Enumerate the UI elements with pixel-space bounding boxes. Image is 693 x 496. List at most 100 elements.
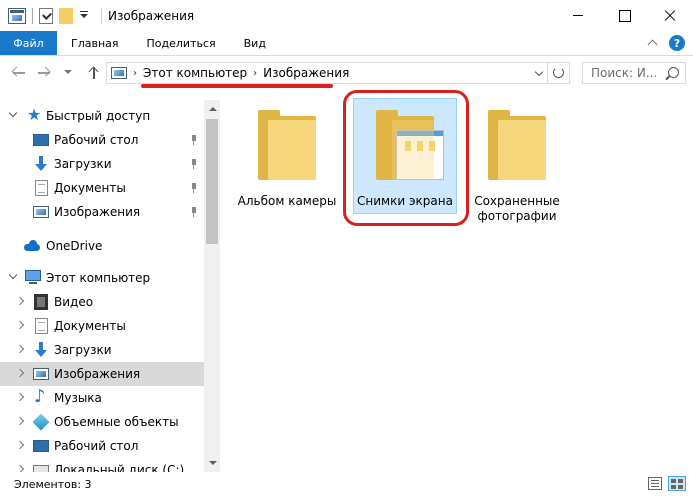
folder-tile-saved-pictures[interactable]: Сохраненные фотографии: [462, 98, 572, 228]
collapsed-chevron-icon[interactable]: [18, 394, 26, 402]
sidebar-item-desktop[interactable]: Рабочий стол: [0, 128, 204, 152]
pin-icon[interactable]: [190, 207, 198, 217]
details-view-icon[interactable]: [648, 477, 662, 490]
sidebar-item-music[interactable]: Музыка: [0, 386, 204, 410]
title-bar: Изображения: [0, 0, 693, 31]
help-icon[interactable]: ?: [669, 35, 685, 51]
large-icons-view-icon[interactable]: [668, 476, 686, 491]
properties-icon[interactable]: [39, 7, 53, 24]
sidebar-item-documents[interactable]: Документы: [0, 176, 204, 200]
folder-label: фотографии: [477, 209, 557, 223]
minimize-button[interactable]: [555, 0, 601, 31]
cube-icon: [32, 413, 50, 431]
sidebar-item-label: Загрузки: [54, 343, 112, 357]
forward-arrow-icon[interactable]: [36, 64, 54, 82]
collapsed-chevron-icon[interactable]: [18, 442, 26, 450]
star-icon: [27, 105, 43, 124]
collapsed-chevron-icon[interactable]: [18, 298, 26, 306]
maximize-button[interactable]: [601, 0, 647, 31]
ribbon-right: ?: [647, 35, 685, 51]
breadcrumb-separator-icon[interactable]: ›: [253, 68, 257, 79]
sidebar-item-label: Локальный диск (C:): [54, 463, 185, 472]
close-button[interactable]: [647, 0, 693, 31]
back-arrow-icon[interactable]: [10, 64, 28, 82]
tab-view[interactable]: Вид: [230, 31, 280, 55]
pictures-location-icon: [111, 67, 127, 79]
folder-icon: [488, 108, 546, 180]
search-icon: [668, 67, 679, 78]
up-arrow-icon[interactable]: [85, 64, 103, 82]
folder-tile-camera-roll[interactable]: Альбом камеры: [232, 98, 342, 228]
sidebar-item-label: Видео: [54, 295, 94, 309]
cloud-icon: [24, 238, 40, 254]
breadcrumb-this-pc[interactable]: Этот компьютер: [143, 66, 247, 80]
breadcrumb-separator-icon[interactable]: ›: [133, 68, 137, 79]
collapsed-chevron-icon[interactable]: [18, 418, 26, 426]
scroll-up-icon[interactable]: [204, 100, 220, 117]
sidebar-item-label: Документы: [54, 319, 126, 333]
search-placeholder: Поиск: И...: [591, 66, 658, 80]
expand-chevron-icon[interactable]: [10, 274, 18, 282]
sidebar-item-this-pc[interactable]: Этот компьютер: [0, 266, 204, 290]
expand-chevron-icon[interactable]: [10, 112, 18, 120]
collapsed-chevron-icon[interactable]: [18, 322, 26, 330]
pictures-icon: [33, 206, 49, 218]
pin-icon[interactable]: [190, 135, 198, 145]
toolbar-separator: [32, 7, 33, 24]
sidebar-item-label: Этот компьютер: [46, 271, 151, 285]
pin-icon[interactable]: [190, 183, 198, 193]
window-controls: [555, 0, 693, 31]
status-bar: Элементов: 3: [0, 472, 693, 496]
sidebar-item-downloads[interactable]: Загрузки: [0, 152, 204, 176]
folder-label: Сохраненные: [474, 194, 560, 208]
sidebar-item-pc-desktop[interactable]: Рабочий стол: [0, 434, 204, 458]
sidebar-item-label: Быстрый доступ: [46, 109, 151, 123]
sidebar-item-label: Объемные объекты: [54, 415, 179, 429]
navigation-bar: › Этот компьютер › Изображения Поиск: И.…: [0, 56, 693, 90]
disk-icon: [33, 465, 49, 472]
title-separator: [101, 7, 102, 24]
sidebar-item-local-disk[interactable]: Локальный диск (C:): [0, 458, 204, 472]
collapsed-chevron-icon[interactable]: [18, 346, 26, 354]
collapsed-chevron-icon[interactable]: [18, 370, 26, 378]
quick-access-toolbar: Изображения: [0, 0, 194, 31]
sidebar-scrollbar[interactable]: [204, 100, 220, 472]
address-bar[interactable]: › Этот компьютер › Изображения: [106, 62, 570, 84]
recent-locations-icon[interactable]: [64, 70, 72, 76]
new-folder-icon[interactable]: [59, 7, 73, 24]
tab-home[interactable]: Главная: [57, 31, 133, 55]
pin-icon[interactable]: [190, 159, 198, 169]
refresh-icon[interactable]: [547, 63, 569, 83]
window-icon[interactable]: [8, 7, 26, 24]
sidebar-item-pc-downloads[interactable]: Загрузки: [0, 338, 204, 362]
computer-icon: [25, 270, 41, 284]
sidebar-item-label: Изображения: [54, 367, 141, 381]
search-input[interactable]: Поиск: И...: [582, 62, 686, 84]
sidebar-item-video[interactable]: Видео: [0, 290, 204, 314]
folder-icon: [258, 108, 316, 180]
scroll-down-icon[interactable]: [204, 455, 220, 472]
sidebar-item-pc-documents[interactable]: Документы: [0, 314, 204, 338]
download-icon: [33, 342, 49, 358]
collapse-ribbon-icon[interactable]: [647, 37, 659, 49]
tab-file[interactable]: Файл: [0, 31, 57, 55]
sidebar-item-label: Музыка: [54, 391, 102, 405]
video-icon: [34, 294, 48, 310]
sidebar-item-pictures-quick[interactable]: Изображения: [0, 200, 204, 224]
sidebar-item-3d-objects[interactable]: Объемные объекты: [0, 410, 204, 434]
sidebar-item-label: Загрузки: [54, 157, 112, 171]
sidebar-item-quick-access[interactable]: Быстрый доступ: [0, 104, 204, 128]
scroll-thumb[interactable]: [206, 119, 218, 244]
sidebar-item-onedrive[interactable]: OneDrive: [0, 234, 204, 258]
breadcrumb-pictures[interactable]: Изображения: [263, 66, 349, 80]
customize-toolbar-icon[interactable]: [79, 8, 89, 24]
ribbon-tabs: Файл Главная Поделиться Вид ?: [0, 31, 693, 56]
file-view: Альбом камеры Снимки экрана Сохраненные …: [220, 90, 693, 472]
sidebar-item-pictures[interactable]: Изображения: [0, 362, 204, 386]
window-title: Изображения: [108, 8, 195, 23]
item-count: Элементов: 3: [14, 477, 92, 491]
sidebar-item-label: Рабочий стол: [54, 133, 139, 147]
address-dropdown-icon[interactable]: [529, 63, 547, 83]
document-icon: [35, 318, 48, 334]
tab-share[interactable]: Поделиться: [133, 31, 230, 55]
